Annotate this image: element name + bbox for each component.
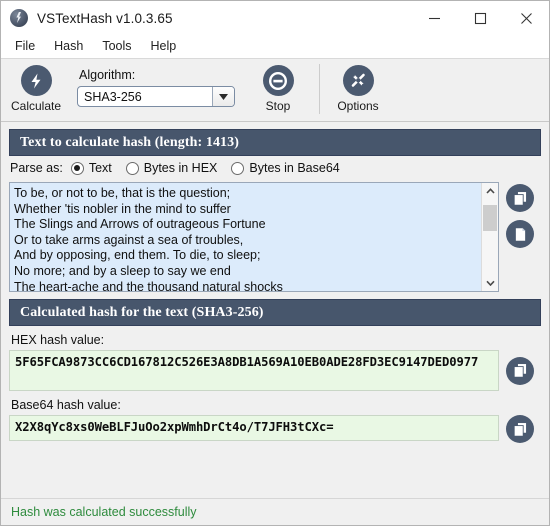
text-line: The heart-ache and the thousand natural … (14, 279, 283, 291)
hex-hash-box[interactable]: 5F65FCA9873CC6CD167812C526E3A8DB1A569A10… (9, 350, 499, 391)
text-line: To be, or not to be, that is the questio… (14, 186, 231, 200)
status-message: Hash was calculated successfully (11, 505, 197, 519)
menu-file[interactable]: File (6, 37, 44, 56)
app-window: VSTextHash v1.0.3.65 File Hash Tools Hel… (0, 0, 550, 526)
paste-text-button[interactable] (506, 220, 534, 248)
parse-as-row: Parse as: Text Bytes in HEX Bytes in Bas… (1, 156, 549, 180)
scrollbar-thumb[interactable] (483, 205, 497, 231)
lightning-bolt-icon (20, 65, 52, 96)
radio-parse-hex[interactable]: Bytes in HEX (125, 161, 218, 175)
hex-hash-label: HEX hash value: (11, 333, 105, 347)
radio-indicator-hex (125, 161, 139, 175)
radio-indicator-text (70, 161, 84, 175)
output-section-title: Calculated hash for the text (SHA3-256) (20, 304, 264, 320)
hex-copy-container (499, 356, 541, 385)
copy-hex-button[interactable] (506, 356, 534, 385)
hex-hash-row: 5F65FCA9873CC6CD167812C526E3A8DB1A569A10… (9, 350, 541, 391)
scrollbar-track[interactable] (482, 199, 498, 275)
toolbar: Calculate Algorithm: SHA3-256 Stop Optio… (1, 59, 549, 122)
algorithm-group: Algorithm: SHA3-256 (77, 59, 235, 107)
minus-circle-icon (262, 65, 294, 96)
options-label: Options (337, 99, 379, 113)
text-line: Or to take arms against a sea of trouble… (14, 232, 244, 247)
radio-parse-base64[interactable]: Bytes in Base64 (231, 161, 340, 175)
title-bar: VSTextHash v1.0.3.65 (1, 1, 549, 35)
window-title: VSTextHash v1.0.3.65 (37, 10, 173, 26)
window-controls (411, 1, 549, 35)
algorithm-value: SHA3-256 (84, 89, 142, 104)
calculate-button[interactable]: Calculate (1, 59, 71, 113)
output-section-header: Calculated hash for the text (SHA3-256) (9, 299, 541, 326)
radio-indicator-base64 (231, 161, 245, 175)
input-text-row: To be, or not to be, that is the questio… (9, 182, 541, 292)
chevron-up-icon[interactable] (482, 183, 498, 199)
text-scrollbar[interactable] (481, 183, 498, 291)
minimize-button[interactable] (411, 1, 457, 35)
menu-help[interactable]: Help (142, 37, 186, 56)
input-action-icons (499, 182, 541, 292)
parse-as-label: Parse as: (10, 161, 63, 175)
algorithm-label: Algorithm: (79, 68, 136, 82)
copy-text-button[interactable] (506, 184, 534, 212)
close-button[interactable] (503, 1, 549, 35)
menu-hash[interactable]: Hash (45, 37, 92, 56)
calculate-label: Calculate (10, 99, 62, 113)
app-logo-icon (10, 9, 28, 27)
text-line: Whether 'tis nobler in the mind to suffe… (14, 201, 231, 216)
text-input-area[interactable]: To be, or not to be, that is the questio… (9, 182, 499, 292)
status-bar: Hash was calculated successfully (1, 498, 549, 525)
text-line: The Slings and Arrows of outrageous Fort… (14, 217, 266, 232)
chevron-down-icon[interactable] (212, 87, 234, 106)
radio-parse-text[interactable]: Text (70, 161, 112, 175)
toolbar-divider (319, 64, 320, 114)
chevron-down-icon[interactable] (482, 275, 498, 291)
wrench-screwdriver-icon (342, 65, 374, 96)
radio-label-base64: Bytes in Base64 (249, 161, 340, 175)
text-line: No more; and by a sleep to say we end (14, 263, 231, 278)
input-section-title: Text to calculate hash (length: 1413) (20, 134, 240, 150)
algorithm-select[interactable]: SHA3-256 (77, 86, 235, 107)
maximize-button[interactable] (457, 1, 503, 35)
base64-hash-box[interactable]: X2X8qYc8xs0WeBLFJuOo2xpWmhDrCt4o/T7JFH3t… (9, 415, 499, 441)
base64-hash-value: X2X8qYc8xs0WeBLFJuOo2xpWmhDrCt4o/T7JFH3t… (15, 420, 334, 434)
stop-label: Stop (265, 99, 291, 113)
hex-hash-value: 5F65FCA9873CC6CD167812C526E3A8DB1A569A10… (15, 355, 479, 369)
base64-hash-row: X2X8qYc8xs0WeBLFJuOo2xpWmhDrCt4o/T7JFH3t… (9, 415, 541, 443)
text-line: And by opposing, end them. To die, to sl… (14, 248, 261, 263)
text-input-content[interactable]: To be, or not to be, that is the questio… (10, 183, 481, 291)
menu-bar: File Hash Tools Help (1, 35, 549, 59)
stop-button[interactable]: Stop (243, 59, 313, 113)
radio-label-text: Text (88, 161, 112, 175)
menu-tools[interactable]: Tools (93, 37, 140, 56)
options-button[interactable]: Options (323, 59, 393, 113)
input-section-header: Text to calculate hash (length: 1413) (9, 129, 541, 156)
copy-base64-button[interactable] (506, 415, 534, 443)
base64-copy-container (499, 415, 541, 443)
base64-hash-label: Base64 hash value: (11, 398, 121, 412)
radio-label-hex: Bytes in HEX (143, 161, 218, 175)
